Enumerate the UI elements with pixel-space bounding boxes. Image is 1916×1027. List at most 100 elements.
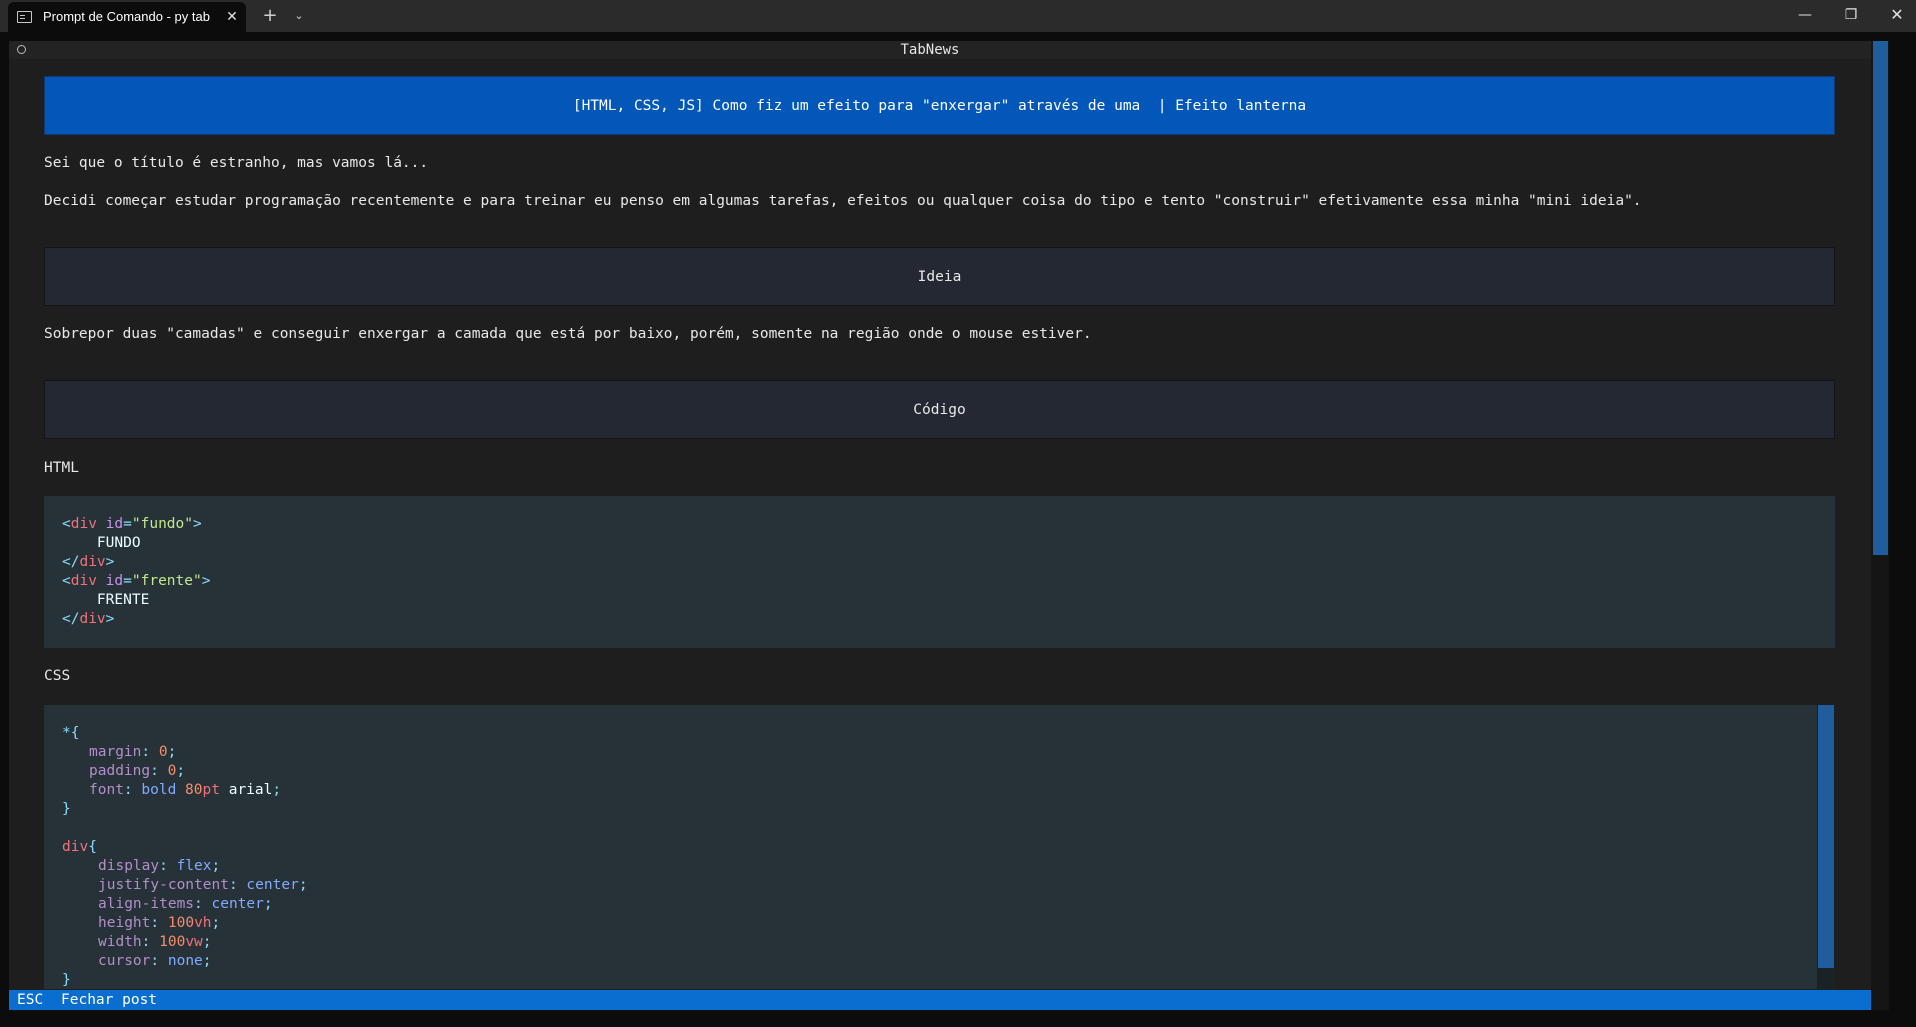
code-token: id (96, 573, 124, 589)
ideia-paragraph: Sobrepor duas "camadas" e conseguir enxe… (44, 326, 1092, 342)
html-code-block (44, 496, 1835, 648)
code-line: font: bold 80pt arial; (89, 781, 281, 800)
scrollbar-thumb[interactable] (1873, 41, 1888, 555)
code-token: } (62, 801, 71, 817)
code-token: vw (185, 934, 203, 950)
code-token: arial (219, 782, 273, 798)
code-line: } (62, 800, 71, 819)
code-token: div (62, 839, 89, 855)
code-line: </div> (62, 610, 114, 629)
chevron-down-icon[interactable]: ⌄ (286, 5, 312, 27)
code-token: : (141, 744, 159, 760)
code-token: < (62, 573, 71, 589)
code-token: < (62, 516, 71, 532)
section-heading-codigo: Código (913, 402, 966, 418)
code-token: font (89, 782, 124, 798)
code-token: margin (89, 744, 142, 760)
code-token: } (62, 972, 71, 988)
code-line: FRENTE (62, 591, 149, 610)
minimize-button[interactable]: — (1782, 0, 1828, 32)
code-token: </ (62, 554, 80, 570)
html-label: HTML (44, 460, 79, 476)
code-token: vh (194, 915, 212, 931)
code-token: ; (211, 915, 221, 931)
code-token: center (211, 896, 264, 912)
code-token: none (167, 953, 203, 969)
app-title: TabNews (900, 42, 960, 58)
code-token: justify-content (98, 877, 229, 893)
code-line: height: 100vh; (98, 914, 220, 933)
command-prompt-icon (17, 11, 32, 23)
code-token: flex (176, 858, 212, 874)
code-token: : (150, 763, 168, 779)
code-token: display (98, 858, 160, 874)
code-token: > (105, 611, 115, 627)
code-line: justify-content: center; (98, 876, 308, 895)
code-token: ; (211, 858, 221, 874)
esc-key-hint[interactable]: ESC (17, 990, 43, 1010)
code-token: width (98, 934, 142, 950)
close-post-action[interactable]: Fechar post (61, 990, 157, 1010)
code-token: : (194, 896, 212, 912)
code-token: "frente" (131, 573, 202, 589)
code-token: ; (272, 782, 282, 798)
code-token: 0 (167, 763, 177, 779)
code-token: ; (202, 934, 212, 950)
circle-icon (17, 45, 26, 54)
code-token: ; (167, 744, 177, 760)
code-token: = (123, 573, 132, 589)
code-token: > (201, 573, 211, 589)
code-token: height (98, 915, 151, 931)
code-token: padding (89, 763, 151, 779)
post-title: [HTML, CSS, JS] Como fiz um efeito para … (572, 98, 1307, 114)
code-token: : (150, 953, 168, 969)
code-token: ; (202, 953, 212, 969)
status-bar (9, 990, 1871, 1010)
close-window-button[interactable]: ✕ (1874, 0, 1916, 32)
tab-close-icon[interactable]: ✕ (222, 7, 242, 27)
code-token: </ (62, 611, 80, 627)
code-token: : (123, 782, 142, 798)
code-line: display: flex; (98, 857, 220, 876)
code-line: *{ (62, 724, 79, 743)
code-token: = (123, 516, 132, 532)
intro-paragraph-1: Sei que o título é estranho, mas vamos l… (44, 155, 429, 171)
code-token: div (70, 516, 97, 532)
code-token: div (79, 611, 106, 627)
code-line: FUNDO (62, 534, 141, 553)
maximize-button[interactable]: ❐ (1828, 0, 1874, 32)
code-token: FRENTE (62, 592, 150, 608)
intro-paragraph-2: Decidi começar estudar programação recen… (44, 193, 1642, 209)
code-token: ; (263, 896, 273, 912)
code-token: { (88, 839, 97, 855)
code-token: *{ (62, 725, 80, 741)
code-token: > (192, 516, 202, 532)
code-token: : (159, 858, 177, 874)
code-token: align-items (98, 896, 195, 912)
code-line: div{ (62, 838, 97, 857)
code-token: 100 (167, 915, 195, 931)
code-token: cursor (98, 953, 151, 969)
code-token: 80 (185, 782, 203, 798)
code-token: > (105, 554, 115, 570)
css-label: CSS (44, 668, 71, 684)
code-token: 0 (158, 744, 168, 760)
code-token: div (79, 554, 106, 570)
code-line: width: 100vw; (98, 933, 212, 952)
tab-title: Prompt de Comando - py tab (43, 9, 210, 24)
code-token: bold (141, 782, 186, 798)
code-scrollbar-thumb[interactable] (1818, 705, 1834, 968)
terminal-tab[interactable]: Prompt de Comando - py tab ✕ (8, 2, 246, 32)
code-token: FUNDO (62, 535, 141, 551)
code-token: ; (298, 877, 308, 893)
css-code-block (44, 705, 1835, 989)
new-tab-button[interactable]: + (257, 5, 283, 27)
code-token: "fundo" (131, 516, 193, 532)
code-token: : (228, 877, 247, 893)
code-token: ; (176, 763, 186, 779)
code-line: <div id="fundo"> (62, 515, 202, 534)
code-line: </div> (62, 553, 114, 572)
code-line: align-items: center; (98, 895, 273, 914)
code-token: 100 (159, 934, 186, 950)
code-token: id (96, 516, 124, 532)
